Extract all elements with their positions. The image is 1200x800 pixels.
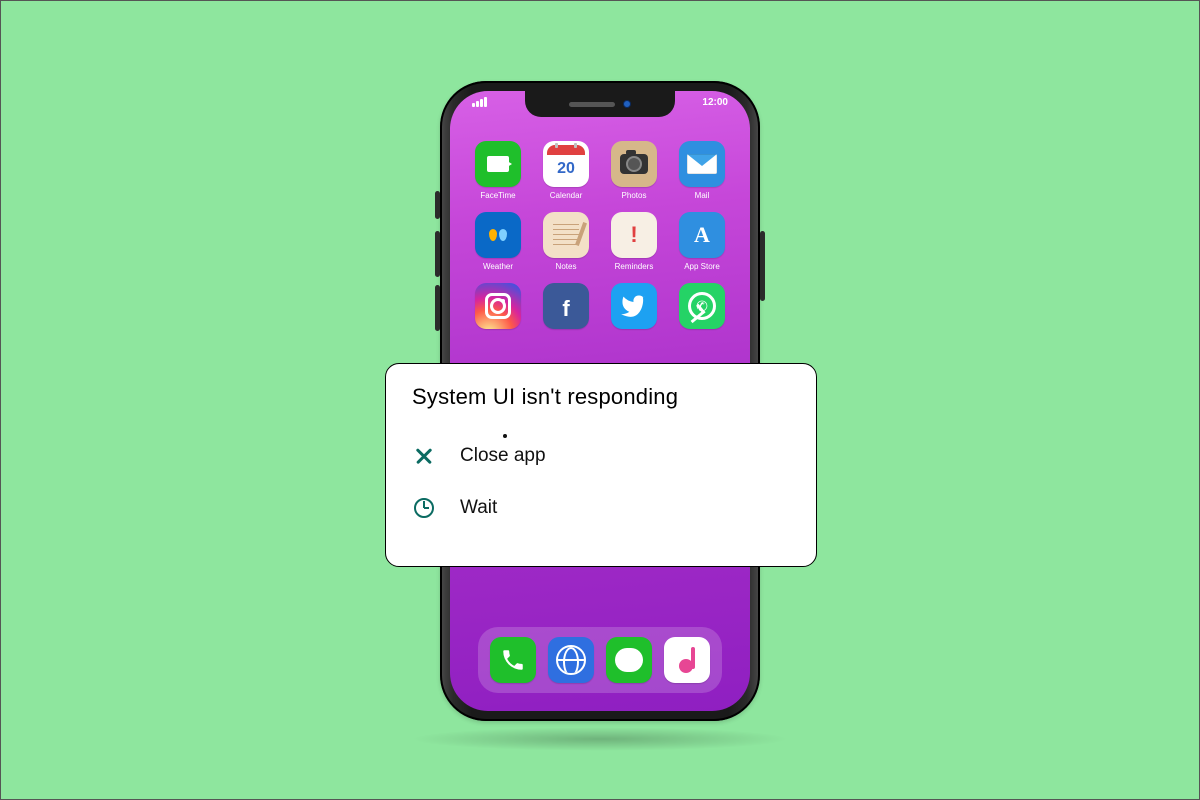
app-weather[interactable]: Weather — [471, 212, 525, 271]
speaker-grille — [569, 102, 615, 107]
dock-safari[interactable] — [548, 637, 594, 683]
wait-label: Wait — [460, 497, 497, 519]
camera-icon — [620, 154, 648, 174]
music-note-icon — [679, 647, 695, 673]
app-photos[interactable]: Photos — [607, 141, 661, 200]
app-facetime[interactable]: FaceTime — [471, 141, 525, 200]
front-camera — [623, 100, 631, 108]
app-instagram[interactable] — [471, 283, 525, 333]
chat-bubble-icon — [615, 648, 643, 672]
app-label: Reminders — [615, 262, 654, 271]
app-label: Photos — [622, 191, 647, 200]
app-reminders[interactable]: ! Reminders — [607, 212, 661, 271]
calendar-day-number: 20 — [547, 155, 585, 183]
volume-down-button — [435, 285, 440, 331]
close-icon — [412, 444, 436, 468]
close-app-option[interactable]: Close app — [412, 430, 790, 482]
silent-switch — [435, 191, 440, 219]
instagram-icon — [485, 293, 511, 319]
volume-up-button — [435, 231, 440, 277]
dock-phone[interactable] — [490, 637, 536, 683]
app-label: Weather — [483, 262, 513, 271]
close-app-label: Close app — [460, 445, 546, 467]
app-facebook[interactable]: f — [539, 283, 593, 333]
video-camera-icon — [487, 156, 509, 172]
app-whatsapp[interactable]: ✆ — [675, 283, 729, 333]
app-mail[interactable]: Mail — [675, 141, 729, 200]
anr-dialog: System UI isn't responding Close app Wai… — [385, 363, 817, 567]
power-button — [760, 231, 765, 301]
twitter-bird-icon — [620, 292, 648, 320]
dock-music[interactable] — [664, 637, 710, 683]
phone-handset-icon — [500, 647, 526, 673]
app-label: Notes — [556, 262, 577, 271]
clock-icon — [412, 496, 436, 520]
app-label: Calendar — [550, 191, 582, 200]
notes-icon — [553, 224, 579, 246]
envelope-icon — [687, 154, 717, 174]
dialog-title: System UI isn't responding — [412, 384, 790, 410]
weather-icon — [489, 229, 507, 241]
status-bar-time: 12:00 — [702, 97, 728, 110]
calendar-header-icon — [547, 145, 585, 155]
app-grid: FaceTime 20 Calendar Photos Mail — [450, 141, 750, 333]
facebook-icon: f — [543, 283, 589, 329]
globe-icon — [556, 645, 586, 675]
app-label: App Store — [684, 262, 720, 271]
wait-option[interactable]: Wait — [412, 482, 790, 534]
canvas: 12:00 FaceTime 20 Calendar Photos — [1, 1, 1199, 799]
app-twitter[interactable] — [607, 283, 661, 333]
dock-messages[interactable] — [606, 637, 652, 683]
notch — [525, 91, 675, 117]
app-calendar[interactable]: 20 Calendar — [539, 141, 593, 200]
app-label: FaceTime — [480, 191, 515, 200]
signal-icon — [472, 97, 488, 110]
app-appstore[interactable]: A App Store — [675, 212, 729, 271]
app-label: Mail — [695, 191, 710, 200]
decorative-dot — [503, 434, 507, 438]
dock — [478, 627, 722, 693]
app-notes[interactable]: Notes — [539, 212, 593, 271]
